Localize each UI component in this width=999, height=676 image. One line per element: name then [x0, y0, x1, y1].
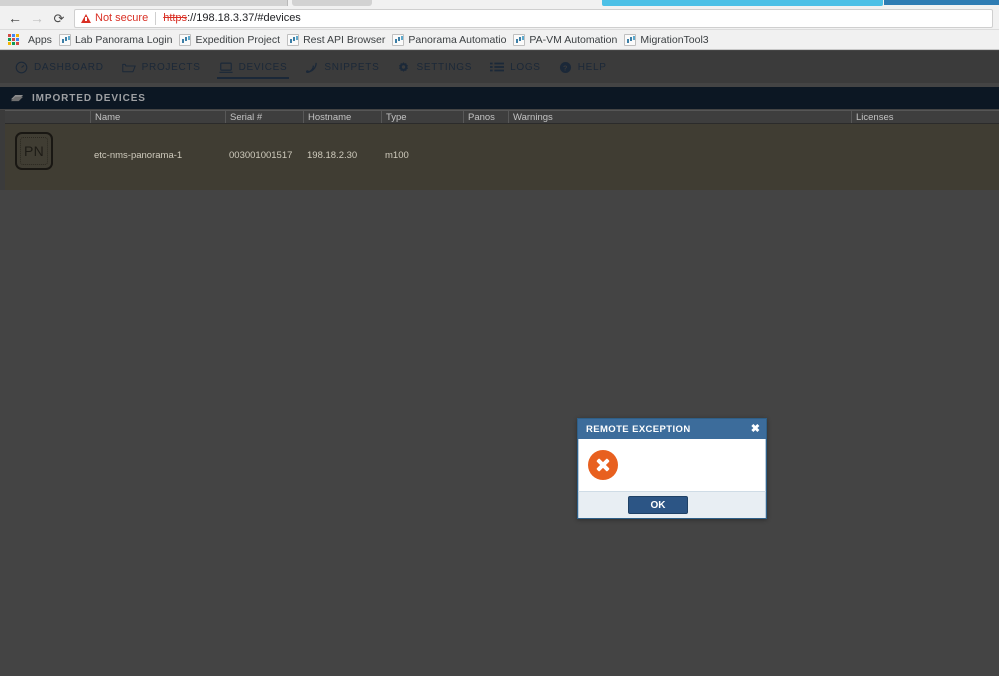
- warning-triangle-icon: [81, 13, 91, 23]
- bookmark-pa-vm-automation[interactable]: PA-VM Automation: [513, 33, 624, 46]
- dialog-body: [578, 439, 766, 491]
- url-scheme: https: [163, 12, 188, 24]
- dashboard-icon: [15, 61, 28, 74]
- bookmark-label: Expedition Project: [195, 33, 281, 46]
- bookmark-label: Lab Panorama Login: [74, 33, 173, 46]
- cell-type: m100: [385, 150, 409, 161]
- nav-item-snippets[interactable]: SNIPPETS: [296, 51, 388, 83]
- bookmark-rest-api-browser[interactable]: Rest API Browser: [287, 33, 392, 46]
- nav-label: DASHBOARD: [34, 61, 104, 73]
- bookmark-panorama-automation[interactable]: Panorama Automatio: [392, 33, 513, 46]
- address-bar[interactable]: Not secure https://198.18.3.37/#devices: [74, 8, 993, 28]
- column-header-name[interactable]: Name: [90, 111, 225, 123]
- apps-grid-icon[interactable]: [8, 34, 19, 45]
- bookmark-apps-label: Apps: [28, 33, 52, 46]
- cell-panos: [463, 132, 508, 150]
- bookmark-label: MigrationTool3: [640, 33, 709, 46]
- gear-icon: [397, 61, 410, 74]
- list-icon: [490, 61, 505, 73]
- devices-icon: [10, 93, 24, 104]
- bookmark-favicon: [179, 33, 192, 46]
- reload-icon[interactable]: ⟳: [48, 7, 70, 29]
- folder-icon: [121, 61, 136, 74]
- device-badge-cell[interactable]: PN: [5, 132, 90, 170]
- bookmark-favicon: [624, 33, 637, 46]
- bookmarks-bar: Apps Lab Panorama Login Expedition Proje…: [0, 30, 999, 50]
- bookmark-label: Panorama Automatio: [408, 33, 507, 46]
- device-badge-label: PN: [23, 143, 45, 159]
- nav-item-logs[interactable]: LOGS: [481, 51, 550, 83]
- question-icon: ?: [559, 61, 572, 74]
- bookmark-migrationtool3[interactable]: MigrationTool3: [624, 33, 715, 46]
- browser-toolbar: ← → ⟳ Not secure https://198.18.3.37/#de…: [0, 7, 999, 30]
- dialog-titlebar[interactable]: REMOTE EXCEPTION ✖: [578, 419, 766, 439]
- error-circle-icon: [588, 450, 618, 480]
- browser-tab-highlight-cyan[interactable]: [602, 0, 883, 6]
- column-header-icon[interactable]: [5, 111, 90, 123]
- cell-name: etc-nms-panorama-1: [94, 150, 183, 161]
- cell-warnings: [508, 132, 851, 150]
- nav-label: LOGS: [510, 61, 541, 73]
- monitor-icon: [219, 61, 233, 74]
- app-navigation-bar: DASHBOARD PROJECTS DEVICES SNIPPETS SETT…: [0, 51, 999, 83]
- dialog-title: REMOTE EXCEPTION: [586, 423, 691, 435]
- nav-label: HELP: [577, 61, 607, 73]
- not-secure-label: Not secure: [95, 12, 149, 24]
- column-header-serial[interactable]: Serial #: [225, 111, 303, 123]
- nav-label: DEVICES: [238, 61, 288, 73]
- forward-arrow-icon[interactable]: →: [26, 7, 48, 29]
- column-header-licenses[interactable]: Licenses: [851, 111, 999, 123]
- imported-devices-header: IMPORTED DEVICES: [0, 87, 999, 109]
- bookmark-favicon: [58, 33, 71, 46]
- nav-item-help[interactable]: ? HELP: [550, 51, 616, 83]
- page-background: [0, 190, 999, 676]
- dialog-footer: OK: [578, 491, 766, 518]
- nav-label: PROJECTS: [141, 61, 201, 73]
- column-header-hostname[interactable]: Hostname: [303, 111, 381, 123]
- bookmark-label: Rest API Browser: [303, 33, 386, 46]
- bookmark-expedition-project[interactable]: Expedition Project: [179, 33, 287, 46]
- close-icon[interactable]: ✖: [751, 423, 760, 435]
- omnibox-divider: [155, 11, 157, 25]
- table-header-row: Name Serial # Hostname Type Panos Warnin…: [5, 110, 999, 124]
- browser-tab-inactive-1[interactable]: [0, 0, 288, 6]
- column-header-type[interactable]: Type: [381, 111, 463, 123]
- cell-serial: 003001001517: [229, 150, 293, 161]
- cell-hostname: 198.18.2.30: [307, 150, 358, 161]
- browser-tab-inactive-2[interactable]: [292, 0, 372, 6]
- device-type-badge: PN: [15, 132, 53, 170]
- section-title: IMPORTED DEVICES: [32, 92, 146, 104]
- nav-item-devices[interactable]: DEVICES: [210, 51, 297, 83]
- svg-text:?: ?: [563, 63, 568, 72]
- bookmark-label: PA-VM Automation: [529, 33, 618, 46]
- cell-licenses: [851, 132, 999, 150]
- bookmark-lab-panorama-login[interactable]: Lab Panorama Login: [58, 33, 180, 46]
- column-header-panos[interactable]: Panos: [463, 111, 508, 123]
- rss-icon: [305, 61, 318, 74]
- nav-item-projects[interactable]: PROJECTS: [113, 51, 210, 83]
- remote-exception-dialog: REMOTE EXCEPTION ✖ OK: [577, 418, 767, 519]
- bookmark-favicon: [513, 33, 526, 46]
- bookmark-favicon: [287, 33, 300, 46]
- browser-tab-strip[interactable]: [0, 0, 999, 7]
- url-path: ://198.18.3.37/#devices: [187, 12, 301, 24]
- bookmark-favicon: [392, 33, 405, 46]
- ok-button[interactable]: OK: [628, 496, 688, 514]
- browser-tab-highlight-blue[interactable]: [884, 0, 999, 5]
- bookmark-apps[interactable]: Apps: [24, 34, 59, 46]
- nav-label: SNIPPETS: [324, 61, 380, 73]
- back-arrow-icon[interactable]: ←: [4, 7, 26, 29]
- not-secure-indicator[interactable]: Not secure: [81, 12, 148, 24]
- nav-item-dashboard[interactable]: DASHBOARD: [6, 51, 113, 83]
- nav-item-settings[interactable]: SETTINGS: [388, 51, 481, 83]
- nav-label: SETTINGS: [416, 61, 473, 73]
- column-header-warnings[interactable]: Warnings: [508, 111, 851, 123]
